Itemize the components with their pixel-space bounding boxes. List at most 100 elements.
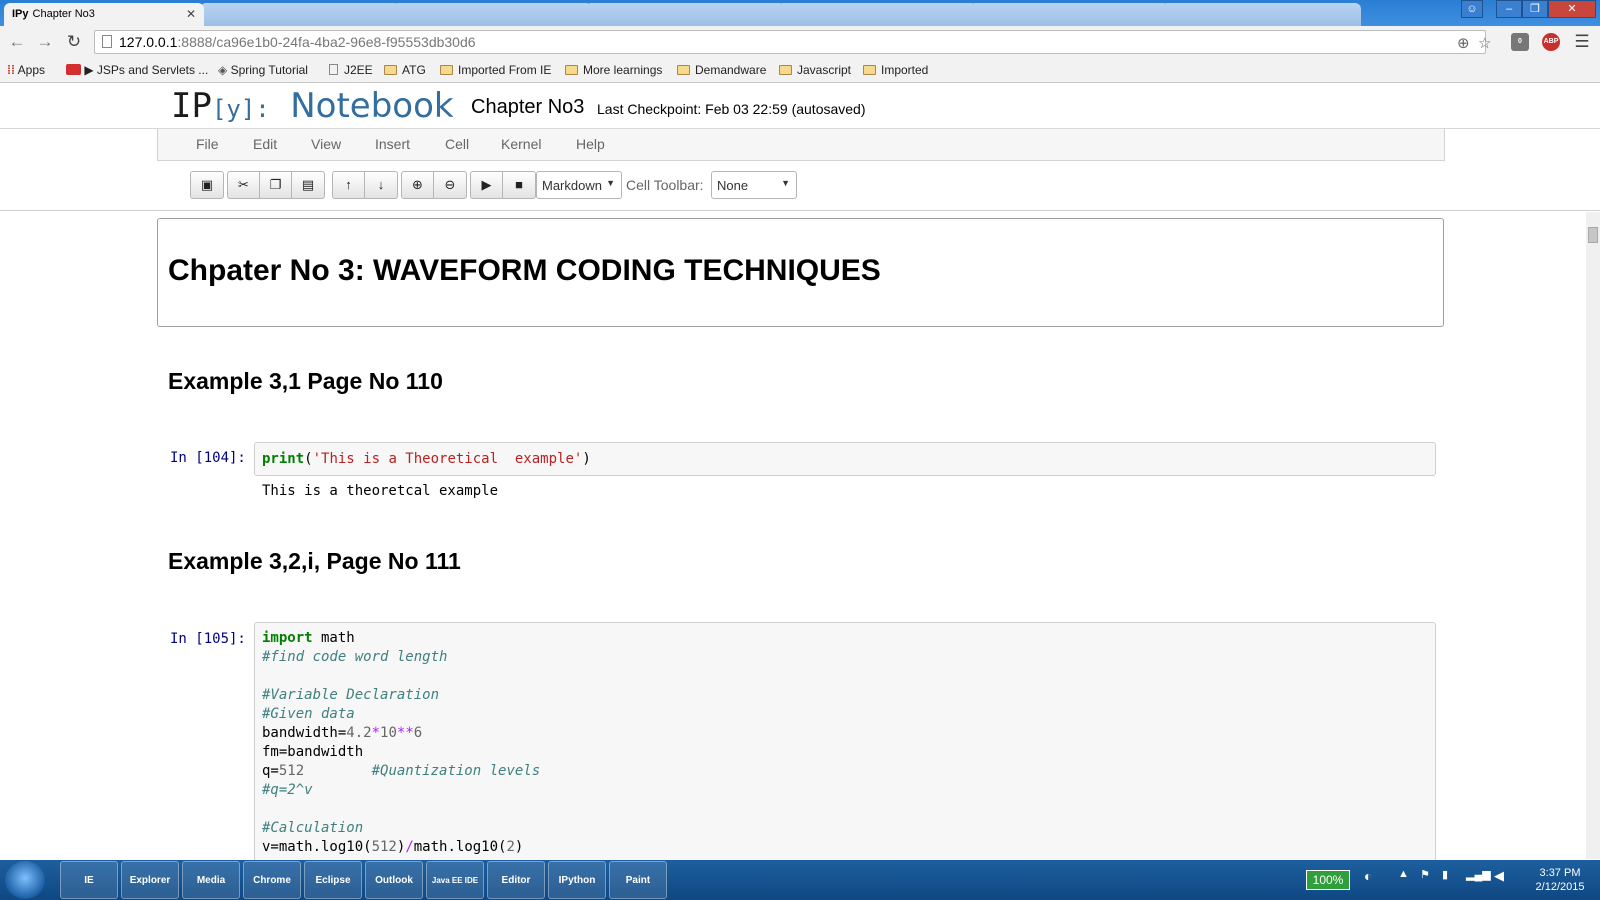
taskbar-java-ide-icon[interactable]: Java EE IDE xyxy=(426,861,484,899)
move-down-icon[interactable]: ↓ xyxy=(365,172,397,198)
adblock-label: ABP xyxy=(1543,38,1559,45)
browser-toolbar: ← → ↻ 127.0.0.1:8888/ca96e1b0-24fa-4ba2-… xyxy=(0,26,1600,58)
notebook-name[interactable]: Chapter No3 xyxy=(471,96,584,119)
bookmark-j2ee[interactable]: J2EE xyxy=(329,63,373,77)
menu-edit[interactable]: Edit xyxy=(253,136,277,152)
menu-file[interactable]: File xyxy=(196,136,219,152)
reload-icon[interactable]: ↻ xyxy=(64,32,84,52)
browser-tab-strip: IPy Chapter No3 ✕ ☺ – ❐ ✕ xyxy=(0,0,1600,26)
save-group: ▣ xyxy=(190,171,224,199)
taskbar-outlook-icon[interactable]: Outlook xyxy=(365,861,423,899)
taskbar-explorer-icon[interactable]: Explorer xyxy=(121,861,179,899)
menu-help[interactable]: Help xyxy=(576,136,605,152)
taskbar-ipython-icon[interactable]: IPython xyxy=(548,861,606,899)
cell-type-select[interactable]: Markdown ▼ xyxy=(536,171,622,199)
chrome-menu-icon[interactable]: ☰ xyxy=(1572,32,1592,52)
spring-icon: ◈ xyxy=(218,63,228,77)
adblock-icon[interactable]: ABP xyxy=(1542,33,1560,51)
insert-above-icon[interactable]: ⊕ xyxy=(402,172,434,198)
chapter-heading: Chpater No 3: WAVEFORM CODING TECHNIQUES xyxy=(168,254,881,287)
code-cell-input[interactable]: import math #find code word length #Vari… xyxy=(254,622,1436,862)
notebook-menubar: File Edit View Insert Cell Kernel Help xyxy=(157,129,1445,161)
usb-icon[interactable]: ▮ xyxy=(1442,868,1448,881)
window-close-icon[interactable]: ✕ xyxy=(1548,0,1596,18)
code-cell-input[interactable]: print('This is a Theoretical example') xyxy=(254,442,1436,476)
taskbar-media-icon[interactable]: Media xyxy=(182,861,240,899)
minimize-icon[interactable]: – xyxy=(1496,0,1522,18)
run-group: ▶ ■ xyxy=(470,171,536,199)
logo-notebook: Notebook xyxy=(290,86,454,126)
tab-chapter-no3[interactable]: IPy Chapter No3 ✕ xyxy=(4,3,204,26)
taskbar-editor-icon[interactable]: Editor xyxy=(487,861,545,899)
bookmark-apps[interactable]: ⁞⁞ Apps xyxy=(7,63,45,77)
bookmark-imported-from-ie[interactable]: Imported From IE xyxy=(440,63,551,77)
extension-badge-count: 0 xyxy=(1518,38,1522,45)
maximize-icon[interactable]: ❐ xyxy=(1522,0,1548,18)
scrollbar-thumb[interactable] xyxy=(1588,227,1598,243)
battery-indicator[interactable]: 100% xyxy=(1306,870,1350,890)
bookmark-javascript[interactable]: Javascript xyxy=(779,63,851,77)
run-icon[interactable]: ▶ xyxy=(471,172,503,198)
bookmark-label: JSPs and Servlets ... xyxy=(96,63,209,77)
bookmark-atg[interactable]: ATG xyxy=(384,63,426,77)
stop-icon[interactable]: ■ xyxy=(503,172,535,198)
volume-icon[interactable]: ◀ xyxy=(1494,868,1504,884)
cell-type-value: Markdown xyxy=(542,178,602,193)
cell-toolbar-select[interactable]: None ▼ xyxy=(711,171,797,199)
bookmark-label: More learnings xyxy=(583,63,663,77)
checkpoint-status: Last Checkpoint: Feb 03 22:59 (autosaved… xyxy=(597,101,866,117)
signal-icon[interactable]: ▂▄▆ xyxy=(1466,868,1491,881)
move-up-icon[interactable]: ↑ xyxy=(333,172,365,198)
start-button-icon[interactable] xyxy=(5,861,45,899)
flag-icon[interactable]: ⚑ xyxy=(1420,868,1430,881)
extension-badge-icon[interactable]: 0 xyxy=(1511,33,1529,51)
tab-5[interactable] xyxy=(777,3,977,26)
taskbar-chrome-icon[interactable]: Chrome xyxy=(243,861,301,899)
forward-arrow-icon[interactable]: → xyxy=(35,32,55,52)
bookmark-imported[interactable]: Imported xyxy=(863,63,928,77)
bookmark-jsps-servlets[interactable]: ▶ JSPs and Servlets ... xyxy=(66,63,208,77)
clock[interactable]: 3:37 PM 2/12/2015 xyxy=(1528,866,1592,894)
taskbar-eclipse-icon[interactable]: Eclipse xyxy=(304,861,362,899)
address-bar[interactable]: 127.0.0.1:8888/ca96e1b0-24fa-4ba2-96e8-f… xyxy=(94,30,1491,55)
save-icon[interactable]: ▣ xyxy=(191,172,223,198)
tab-close-icon[interactable]: ✕ xyxy=(186,7,196,21)
network-icon[interactable]: ◐ xyxy=(1364,868,1372,884)
zoom-icon[interactable]: ⊕ xyxy=(1457,33,1470,55)
back-arrow-icon[interactable]: ← xyxy=(7,32,27,52)
insert-group: ⊕ ⊖ xyxy=(401,171,467,199)
bookmark-more-learnings[interactable]: More learnings xyxy=(565,63,662,77)
edit-group: ✂ ❐ ▤ xyxy=(227,171,325,199)
tab-2[interactable] xyxy=(200,3,400,26)
bookmark-star-icon[interactable]: ☆ xyxy=(1478,33,1491,55)
folder-icon xyxy=(677,65,690,75)
page-scrollbar[interactable] xyxy=(1586,212,1600,859)
insert-below-icon[interactable]: ⊖ xyxy=(434,172,466,198)
menu-view[interactable]: View xyxy=(311,136,341,152)
dropdown-arrow-icon: ▼ xyxy=(781,178,790,188)
example-heading-3-1: Example 3,1 Page No 110 xyxy=(168,368,443,394)
tab-6[interactable] xyxy=(969,3,1169,26)
bookmark-label: Demandware xyxy=(695,63,767,77)
user-profile-icon[interactable]: ☺ xyxy=(1461,0,1483,18)
menu-cell[interactable]: Cell xyxy=(445,136,469,152)
logo-y: [y]: xyxy=(211,95,270,123)
copy-icon[interactable]: ❐ xyxy=(260,172,292,198)
folder-icon xyxy=(779,65,792,75)
ipython-logo[interactable]: IP[y]: Notebook xyxy=(171,86,454,126)
menu-insert[interactable]: Insert xyxy=(375,136,410,152)
bookmark-demandware[interactable]: Demandware xyxy=(677,63,766,77)
cell-toolbar-label: Cell Toolbar: xyxy=(626,177,704,193)
paste-icon[interactable]: ▤ xyxy=(292,172,324,198)
tab-3[interactable] xyxy=(392,3,592,26)
bookmark-label: Spring Tutorial xyxy=(230,63,308,77)
notebook-toolbar: ▣ ✂ ❐ ▤ ↑ ↓ ⊕ ⊖ ▶ ■ Markdown ▼ Cell Tool… xyxy=(0,161,1600,211)
taskbar-paint-icon[interactable]: Paint xyxy=(609,861,667,899)
menu-kernel[interactable]: Kernel xyxy=(501,136,541,152)
tab-7[interactable] xyxy=(1161,3,1361,26)
bookmark-spring-tutorial[interactable]: ◈ Spring Tutorial xyxy=(218,63,308,77)
taskbar-ie-icon[interactable]: IE xyxy=(60,861,118,899)
show-hidden-icons-icon[interactable]: ▲ xyxy=(1398,868,1409,880)
tab-4[interactable] xyxy=(585,3,785,26)
cut-icon[interactable]: ✂ xyxy=(228,172,260,198)
